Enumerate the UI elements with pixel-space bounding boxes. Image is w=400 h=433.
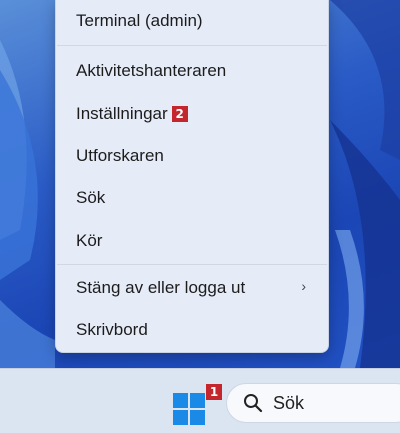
menu-item-task-manager[interactable]: Aktivitetshanteraren xyxy=(56,51,328,91)
taskbar: 1 Sök xyxy=(0,368,400,433)
chevron-right-icon: › xyxy=(301,278,306,294)
menu-item-label: Skrivbord xyxy=(76,320,148,339)
menu-item-desktop[interactable]: Skrivbord xyxy=(56,310,328,350)
context-menu: Terminal (admin) Aktivitetshanteraren In… xyxy=(55,0,329,353)
menu-item-shutdown-signout[interactable]: Stäng av eller logga ut › xyxy=(56,268,328,308)
step-badge: 1 xyxy=(206,384,222,400)
menu-separator xyxy=(57,45,327,46)
search-label: Sök xyxy=(273,392,305,413)
windows-logo-icon xyxy=(173,393,205,425)
menu-item-label: Stäng av eller logga ut xyxy=(76,278,246,297)
menu-item-run[interactable]: Kör xyxy=(56,221,328,261)
menu-item-settings[interactable]: Inställningar 2 xyxy=(56,94,328,134)
taskbar-search-box[interactable]: Sök xyxy=(226,383,400,423)
menu-item-file-explorer[interactable]: Utforskaren xyxy=(56,136,328,176)
search-icon xyxy=(244,394,263,413)
menu-separator xyxy=(57,264,327,265)
start-button[interactable]: 1 xyxy=(172,384,222,426)
menu-item-label: Sök xyxy=(76,188,106,207)
menu-item-label: Utforskaren xyxy=(76,146,164,165)
menu-item-terminal-admin[interactable]: Terminal (admin) xyxy=(56,1,328,41)
menu-item-label: Kör xyxy=(76,231,103,250)
menu-item-search[interactable]: Sök xyxy=(56,178,328,218)
menu-item-label: Terminal (admin) xyxy=(76,11,203,30)
menu-item-label: Aktivitetshanteraren xyxy=(76,61,227,80)
step-badge: 2 xyxy=(171,106,188,122)
menu-item-label: Inställningar xyxy=(76,104,168,123)
